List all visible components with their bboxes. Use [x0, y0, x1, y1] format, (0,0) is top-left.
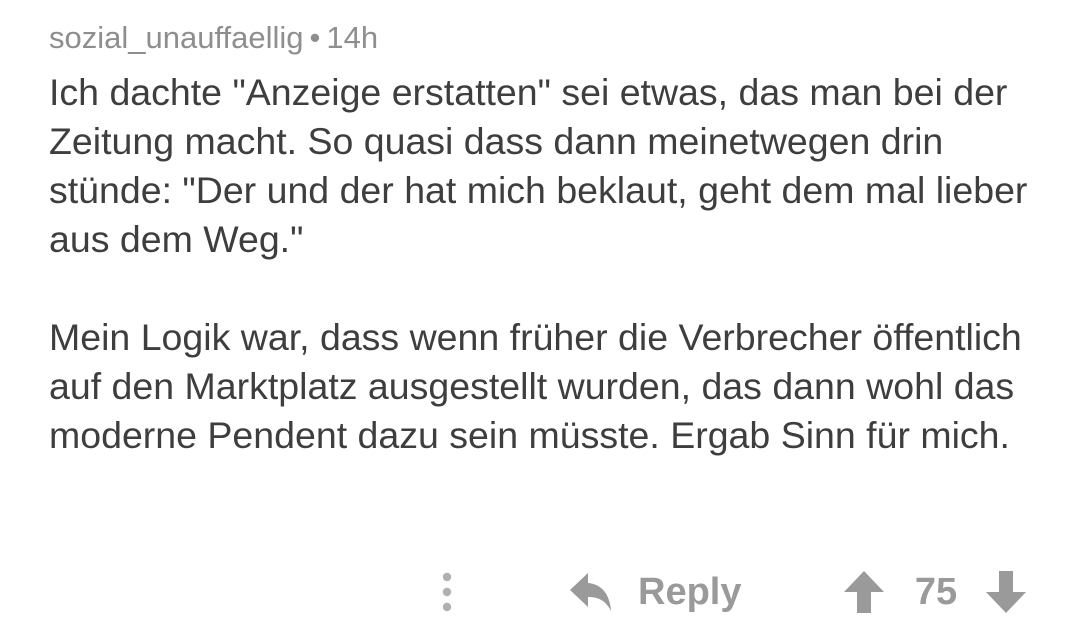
comment-body: Ich dachte "Anzeige erstatten" sei etwas…: [49, 68, 1049, 460]
comment-actions: Reply 75: [0, 566, 1080, 618]
vertical-dots-icon: [441, 572, 453, 612]
upvote-button[interactable]: [843, 570, 885, 614]
downvote-button[interactable]: [985, 570, 1027, 614]
comment-paragraph: Ich dachte "Anzeige erstatten" sei etwas…: [49, 71, 1028, 260]
arrow-down-icon: [985, 570, 1027, 614]
comment-age: 14h: [326, 20, 379, 55]
reply-label: Reply: [638, 570, 742, 613]
reply-button[interactable]: Reply: [568, 566, 741, 618]
meta-separator: •: [309, 20, 321, 55]
arrow-up-icon: [843, 570, 885, 614]
comment: sozial_unauffaellig • 14h Ich dachte "Anze…: [49, 18, 1049, 460]
vote-score: 75: [914, 571, 958, 613]
comment-paragraph: Mein Logik war, dass wenn früher die Ver…: [49, 316, 1022, 456]
reply-arrow-icon: [568, 571, 614, 613]
username-link[interactable]: sozial_unauffaellig: [49, 20, 304, 55]
comment-meta: sozial_unauffaellig • 14h: [49, 18, 1049, 58]
more-options-button[interactable]: [432, 570, 462, 614]
